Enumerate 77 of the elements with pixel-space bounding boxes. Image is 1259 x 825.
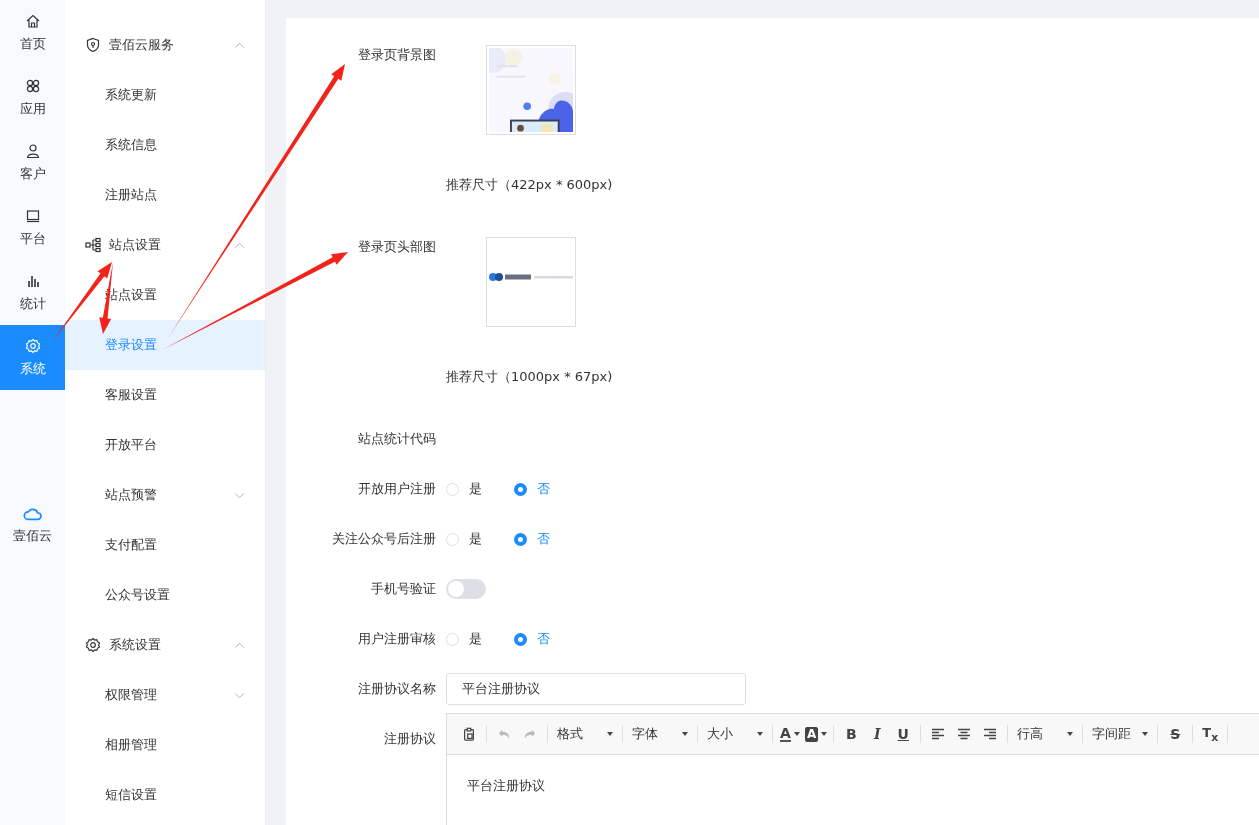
text-input[interactable]: 平台注册协议 — [446, 673, 746, 705]
radio-option[interactable]: 否 — [514, 480, 552, 498]
caret-icon — [1142, 732, 1149, 736]
font-color-button[interactable]: A — [778, 722, 802, 746]
rail-item[interactable]: 首页 — [0, 0, 65, 65]
menu-item[interactable]: 系统信息 — [65, 120, 265, 170]
rail-item[interactable]: 壹佰云 — [0, 495, 65, 555]
italic-button[interactable]: I — [865, 722, 890, 746]
menu-item[interactable]: 系统更新 — [65, 70, 265, 120]
group-icon — [85, 237, 101, 253]
group-icon — [85, 637, 101, 653]
radio-option[interactable]: 是 — [446, 530, 484, 548]
menu-item[interactable]: 公众号设置 — [65, 570, 265, 620]
radio-option[interactable]: 是 — [446, 480, 484, 498]
menu-item[interactable]: 站点预警 — [65, 470, 265, 520]
caret-icon — [1067, 732, 1074, 736]
menu-group[interactable]: 壹佰云服务 — [65, 20, 265, 70]
nav-icon — [24, 77, 41, 94]
field-label: 站点统计代码 — [357, 430, 437, 448]
editor-content: 平台注册协议 — [466, 777, 546, 795]
field-label: 注册协议名称 — [357, 680, 437, 698]
group-icon — [85, 37, 101, 53]
paste-icon — [462, 727, 476, 741]
field-label: 登录页背景图 — [357, 46, 437, 64]
chevron-icon — [234, 491, 245, 499]
align-center-icon — [957, 727, 972, 741]
field-label: 开放用户注册 — [357, 480, 437, 498]
radio-option[interactable]: 否 — [514, 530, 552, 548]
rail-item[interactable]: 平台 — [0, 195, 65, 260]
menu-item[interactable]: 开放平台 — [65, 420, 265, 470]
toolbar-dropdown[interactable]: 字间距 — [1088, 722, 1153, 746]
toolbar-dropdown[interactable]: 字体 — [628, 722, 692, 746]
menu-item[interactable]: 支付配置 — [65, 520, 265, 570]
toolbar-dropdown[interactable]: 行高 — [1013, 722, 1078, 746]
caret-icon — [682, 732, 688, 736]
rail-item[interactable]: 统计 — [0, 260, 65, 325]
chevron-icon — [234, 241, 245, 249]
nav-icon — [24, 207, 41, 224]
caret-icon — [607, 732, 613, 736]
menu-group[interactable]: 系统设置 — [65, 620, 265, 670]
menu-item[interactable]: 相册管理 — [65, 720, 265, 770]
menu-item[interactable]: 注册站点 — [65, 170, 265, 220]
rail-item[interactable]: 应用 — [0, 65, 65, 130]
image-upload[interactable] — [486, 237, 576, 327]
underline-button[interactable]: U — [891, 722, 916, 746]
nav-icon — [24, 337, 41, 354]
caret-icon — [793, 732, 800, 736]
caret-icon — [757, 732, 763, 736]
caret-icon — [821, 732, 828, 736]
field-label: 手机号验证 — [370, 580, 437, 598]
hint-text: 推荐尺寸（1000px * 67px) — [446, 368, 614, 386]
rail-item[interactable]: 客户 — [0, 130, 65, 195]
chevron-icon — [234, 691, 245, 699]
field-label: 用户注册审核 — [357, 630, 437, 648]
menu-item[interactable]: 权限管理 — [65, 670, 265, 720]
nav-icon — [24, 12, 41, 29]
toggle-switch[interactable] — [446, 579, 486, 599]
background-color-button[interactable]: A — [804, 722, 829, 746]
menu-group[interactable]: 站点设置 — [65, 220, 265, 270]
radio-option[interactable]: 是 — [446, 630, 484, 648]
menu-item[interactable]: 短信设置 — [65, 770, 265, 820]
radio-option[interactable]: 否 — [514, 630, 552, 648]
bold-button[interactable]: B — [839, 722, 864, 746]
strike-button[interactable]: S — [1163, 722, 1188, 746]
clear-format-button[interactable]: T$_{x}$ — [1198, 722, 1223, 746]
align-right-icon — [983, 727, 998, 741]
align-left-icon — [931, 727, 946, 741]
chevron-icon — [234, 41, 245, 49]
menu-item[interactable]: 客服设置 — [65, 370, 265, 420]
toolbar-dropdown[interactable]: 大小 — [703, 722, 767, 746]
field-label: 登录页头部图 — [357, 238, 437, 256]
nav-icon — [24, 142, 41, 159]
toolbar-dropdown[interactable]: 格式 — [553, 722, 617, 746]
field-label: 注册协议 — [383, 730, 437, 748]
chevron-icon — [234, 641, 245, 649]
field-label: 关注公众号后注册 — [331, 530, 437, 548]
hint-text: 推荐尺寸（422px * 600px) — [446, 176, 614, 194]
